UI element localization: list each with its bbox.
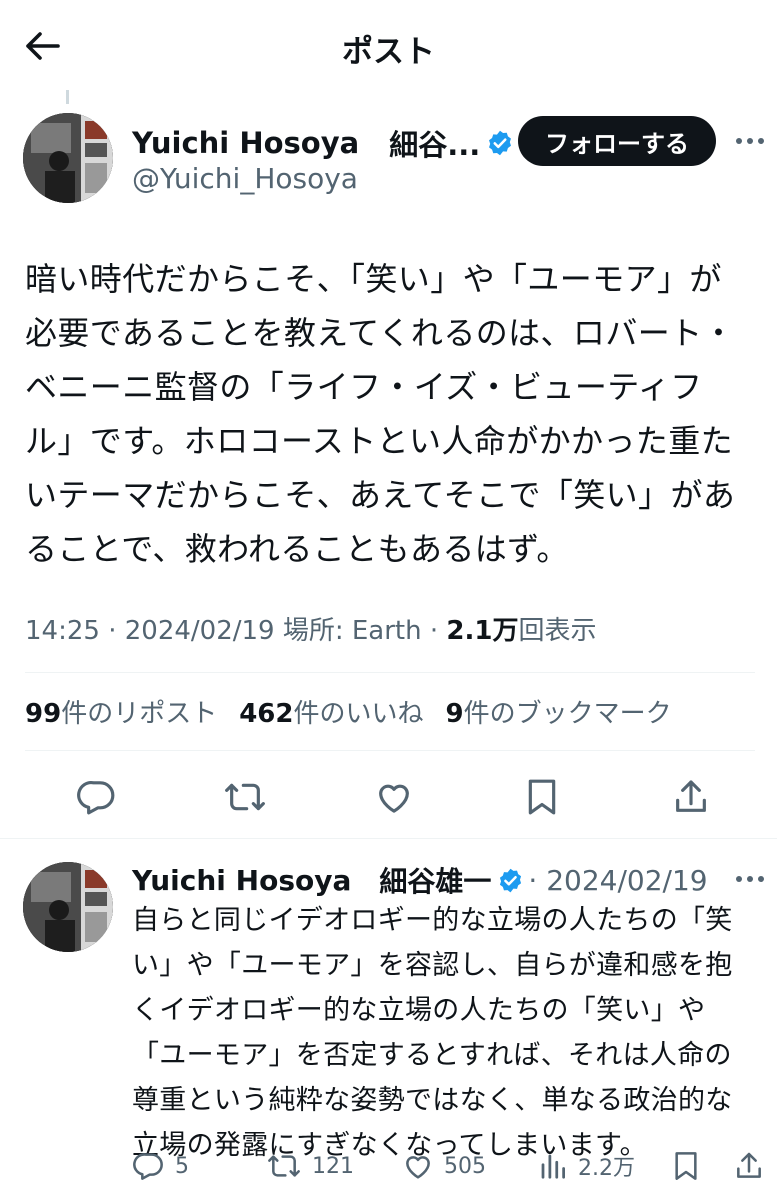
avatar[interactable] bbox=[23, 113, 113, 203]
follow-button[interactable]: フォローする bbox=[518, 116, 716, 166]
reply-share-button[interactable] bbox=[734, 1146, 774, 1186]
like-icon bbox=[379, 784, 409, 813]
reply-header[interactable]: Yuichi Hosoya 細谷雄一 · 2024/02/19 bbox=[132, 860, 708, 900]
display-name-ja: 細谷... bbox=[389, 128, 481, 162]
post-action-bar bbox=[0, 770, 777, 824]
bookmark-count: 9 bbox=[445, 699, 464, 729]
reply-text-line: 「ユーモア」を否定するとすれば、それは人命の bbox=[132, 1040, 732, 1071]
avatar-photo bbox=[23, 113, 113, 203]
reply-count: 5 bbox=[175, 1153, 189, 1179]
repost-count: 99 bbox=[25, 699, 62, 729]
thread-connector bbox=[66, 90, 69, 104]
more-dots-icon bbox=[736, 876, 764, 882]
like-count-link[interactable]: 462件のいいね bbox=[239, 693, 423, 730]
top-bar: ポスト bbox=[0, 0, 777, 90]
reply-like-count: 505 bbox=[444, 1153, 486, 1179]
like-count: 462 bbox=[239, 699, 294, 729]
reply-view-count: 2.2万 bbox=[578, 1156, 635, 1181]
post-meta: 14:25 · 2024/02/19 場所: Earth · 2.1万回表示 bbox=[25, 616, 597, 646]
like-icon bbox=[406, 1156, 430, 1179]
reply-text-line: 尊重という純粋な姿勢ではなく、単なる政治的な bbox=[132, 1085, 733, 1116]
like-count-label: 件のいいね bbox=[293, 699, 424, 729]
reply-bookmark-button[interactable] bbox=[672, 1146, 710, 1186]
view-count-label: 回表示 bbox=[518, 616, 597, 646]
reply-icon bbox=[133, 1153, 163, 1180]
reply-views-button[interactable]: 2.2万 bbox=[538, 1146, 635, 1186]
engagement-stats: 99件のリポスト 462件のいいね 9件のブックマーク bbox=[25, 693, 694, 730]
reply-icon bbox=[77, 781, 115, 815]
reply-more-options-button[interactable] bbox=[733, 862, 767, 896]
post-location[interactable]: 場所: Earth bbox=[283, 616, 422, 646]
views-chart-icon bbox=[541, 1154, 565, 1179]
reply-avatar[interactable] bbox=[23, 862, 113, 952]
like-button[interactable] bbox=[367, 770, 421, 824]
post-text-line: ル」です。ホロコーストとい人命がかかった重た bbox=[25, 422, 734, 460]
verified-badge-icon bbox=[500, 868, 522, 892]
post-text-line: 暗い時代だからこそ、「笑い」や「ユーモア」が bbox=[25, 260, 722, 298]
author-handle[interactable]: @Yuichi_Hosoya bbox=[132, 162, 358, 195]
post-date[interactable]: 2024/02/19 bbox=[125, 616, 275, 646]
bookmark-count-link[interactable]: 9件のブックマーク bbox=[446, 693, 672, 730]
bookmark-icon bbox=[675, 1152, 697, 1180]
reply-reply-button[interactable]: 5 bbox=[133, 1146, 189, 1186]
share-button[interactable] bbox=[664, 770, 718, 824]
reply-action-bar: 5 121 505 2.2万 bbox=[0, 1146, 777, 1186]
reply-like-button[interactable]: 505 bbox=[402, 1146, 486, 1186]
post-text: 暗い時代だからこそ、「笑い」や「ユーモア」が 必要であることを教えてくれるのは、… bbox=[25, 252, 755, 576]
reply-display-name-ja: 細谷雄一 bbox=[379, 865, 492, 898]
page-title: ポスト bbox=[342, 34, 435, 70]
author-name-row[interactable]: Yuichi Hosoya 細谷... bbox=[132, 122, 514, 164]
repost-icon bbox=[225, 783, 265, 811]
divider bbox=[25, 750, 755, 751]
reply-button[interactable] bbox=[70, 770, 124, 824]
divider bbox=[25, 672, 755, 673]
reply-text-line: 自らと同じイデオロギー的な立場の人たちの「笑 bbox=[132, 905, 733, 936]
reply-display-name: Yuichi Hosoya bbox=[132, 863, 352, 897]
more-options-button[interactable] bbox=[733, 124, 767, 158]
reply-repost-button[interactable]: 121 bbox=[266, 1146, 354, 1186]
reply-repost-count: 121 bbox=[312, 1153, 354, 1179]
bookmark-count-label: 件のブックマーク bbox=[463, 699, 672, 729]
display-name: Yuichi Hosoya bbox=[132, 126, 360, 160]
verified-badge-icon bbox=[489, 130, 512, 156]
avatar-photo bbox=[23, 862, 113, 952]
post-text-line: ることで、救われることもあるはず。 bbox=[25, 530, 569, 568]
reply-text-line: くイデオロギー的な立場の人たちの「笑い」や bbox=[132, 995, 706, 1026]
divider bbox=[0, 838, 777, 839]
bookmark-icon bbox=[528, 779, 556, 815]
more-dots-icon bbox=[736, 138, 764, 144]
post-time[interactable]: 14:25 bbox=[25, 616, 100, 646]
repost-count-label: 件のリポスト bbox=[61, 699, 218, 729]
view-count: 2.1万 bbox=[446, 616, 519, 646]
repost-icon bbox=[268, 1155, 300, 1177]
share-icon bbox=[676, 780, 706, 812]
share-icon bbox=[737, 1152, 761, 1178]
post-text-line: 必要であることを教えてくれるのは、ロバート・ bbox=[25, 314, 735, 352]
reply-text: 自らと同じイデオロギー的な立場の人たちの「笑 い」や「ユーモア」を容認し、自らが… bbox=[132, 898, 762, 1168]
reply-date[interactable]: · 2024/02/19 bbox=[528, 864, 707, 897]
post-text-line: ベニーニ監督の「ライフ・イズ・ビューティフ bbox=[25, 368, 703, 406]
repost-button[interactable] bbox=[218, 770, 272, 824]
post-text-line: いテーマだからこそ、あえてそこで「笑い」があ bbox=[25, 476, 736, 514]
repost-count-link[interactable]: 99件のリポスト bbox=[25, 693, 217, 730]
reply-text-line: い」や「ユーモア」を容認し、自らが違和感を抱 bbox=[132, 950, 733, 981]
bookmark-button[interactable] bbox=[515, 770, 569, 824]
